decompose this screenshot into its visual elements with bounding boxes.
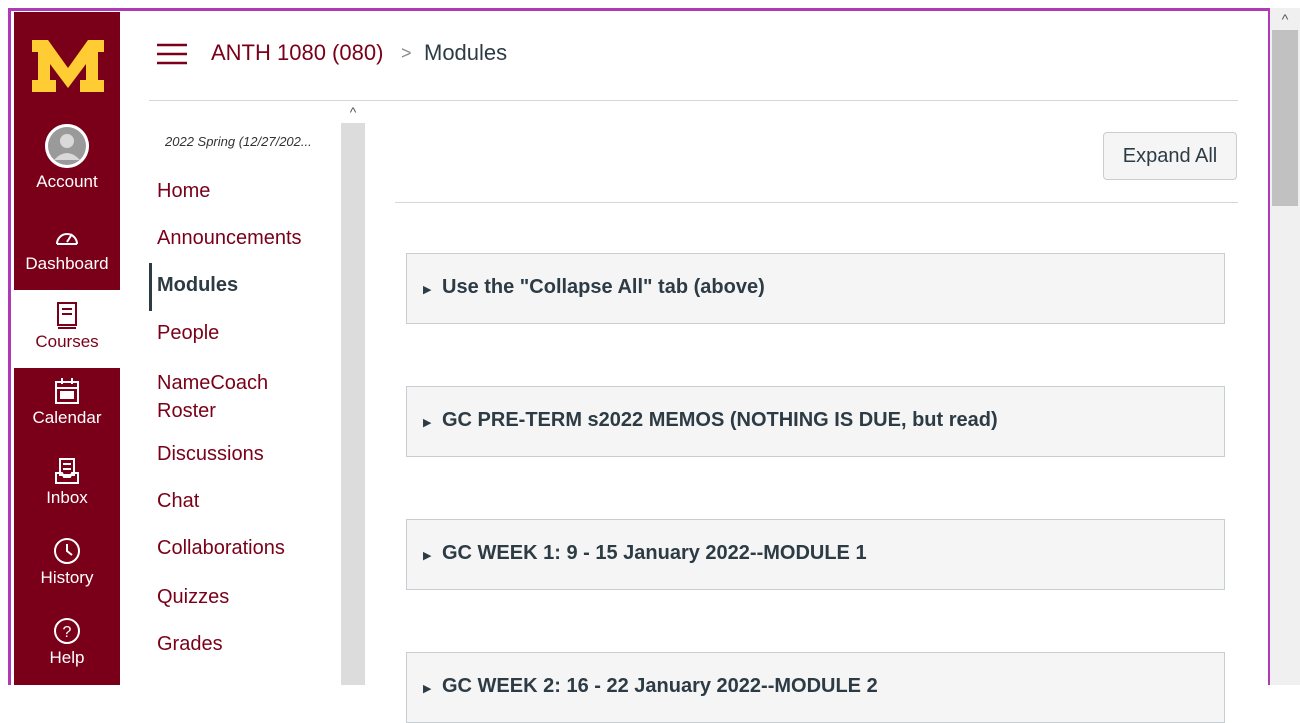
expand-triangle-icon: ▶: [423, 683, 432, 695]
global-nav-inbox-label: Inbox: [46, 488, 88, 507]
svg-text:?: ?: [63, 624, 72, 641]
breadcrumb-course-link[interactable]: ANTH 1080 (080): [211, 40, 383, 66]
expand-triangle-icon: ▶: [423, 550, 432, 562]
course-nav-active-indicator: [149, 263, 152, 311]
course-nav-chat[interactable]: Chat: [157, 490, 199, 513]
course-nav-quizzes[interactable]: Quizzes: [157, 586, 229, 609]
university-logo[interactable]: [28, 30, 108, 100]
global-nav-history-label: History: [40, 568, 94, 587]
inbox-icon: [52, 456, 82, 486]
module-header[interactable]: ▶ GC WEEK 2: 16 - 22 January 2022--MODUL…: [406, 652, 1225, 723]
expand-triangle-icon: ▶: [423, 284, 432, 296]
page-scrollbar-thumb[interactable]: [1272, 30, 1298, 206]
global-nav-calendar[interactable]: Calendar: [14, 376, 120, 440]
breadcrumb-separator: >: [401, 43, 412, 63]
course-nav-collaborations[interactable]: Collaborations: [157, 537, 285, 560]
global-nav-courses-label: Courses: [35, 332, 99, 351]
global-nav-courses[interactable]: Courses: [14, 290, 120, 368]
course-nav-namecoach-roster[interactable]: NameCoach Roster: [157, 369, 268, 425]
module-header[interactable]: ▶ GC PRE-TERM s2022 MEMOS (NOTHING IS DU…: [406, 386, 1225, 457]
global-nav-dashboard-label: Dashboard: [25, 254, 109, 273]
content-divider: [395, 202, 1238, 203]
global-nav-calendar-label: Calendar: [32, 408, 102, 427]
expand-all-button[interactable]: Expand All: [1103, 132, 1237, 180]
page-scroll-up-icon[interactable]: ^: [1270, 8, 1300, 30]
course-nav-scroll-up-icon[interactable]: ^: [341, 101, 365, 123]
help-question-icon: ?: [52, 616, 82, 646]
global-nav-account[interactable]: Account: [14, 124, 120, 202]
module-title: GC PRE-TERM s2022 MEMOS (NOTHING IS DUE,…: [442, 409, 998, 431]
global-nav-dashboard[interactable]: Dashboard: [14, 222, 120, 286]
global-nav-inbox[interactable]: Inbox: [14, 456, 120, 520]
global-nav-account-label: Account: [36, 172, 98, 191]
course-nav-announcements[interactable]: Announcements: [157, 227, 302, 250]
module-header[interactable]: ▶ Use the "Collapse All" tab (above): [406, 253, 1225, 324]
window-frame-left: [8, 8, 11, 685]
history-clock-icon: [52, 536, 82, 566]
module-title: Use the "Collapse All" tab (above): [442, 276, 765, 298]
global-nav-help-label: Help: [49, 648, 85, 667]
course-nav-discussions[interactable]: Discussions: [157, 443, 264, 466]
window-frame-top: [8, 8, 1268, 11]
expand-triangle-icon: ▶: [423, 417, 432, 429]
course-nav-scrollbar[interactable]: [341, 101, 365, 685]
global-nav-help[interactable]: ? Help: [14, 616, 120, 680]
account-avatar: [45, 124, 89, 168]
course-nav-modules[interactable]: Modules: [157, 274, 238, 297]
breadcrumb-current: Modules: [424, 40, 508, 65]
dashboard-gauge-icon: [52, 222, 82, 252]
global-nav-history[interactable]: History: [14, 536, 120, 600]
calendar-icon: [52, 376, 82, 406]
module-title: GC WEEK 2: 16 - 22 January 2022--MODULE …: [442, 675, 878, 697]
module-title: GC WEEK 1: 9 - 15 January 2022--MODULE 1: [442, 542, 867, 564]
module-header[interactable]: ▶ GC WEEK 1: 9 - 15 January 2022--MODULE…: [406, 519, 1225, 590]
course-term-label: 2022 Spring (12/27/202...: [165, 134, 312, 149]
course-nav-people[interactable]: People: [157, 322, 219, 345]
course-nav-grades[interactable]: Grades: [157, 633, 223, 656]
global-nav: Account Dashboard Courses Calendar Inbox…: [14, 12, 120, 685]
hamburger-menu-icon[interactable]: [157, 42, 187, 66]
course-nav-home[interactable]: Home: [157, 180, 210, 203]
courses-book-icon: [52, 300, 82, 330]
